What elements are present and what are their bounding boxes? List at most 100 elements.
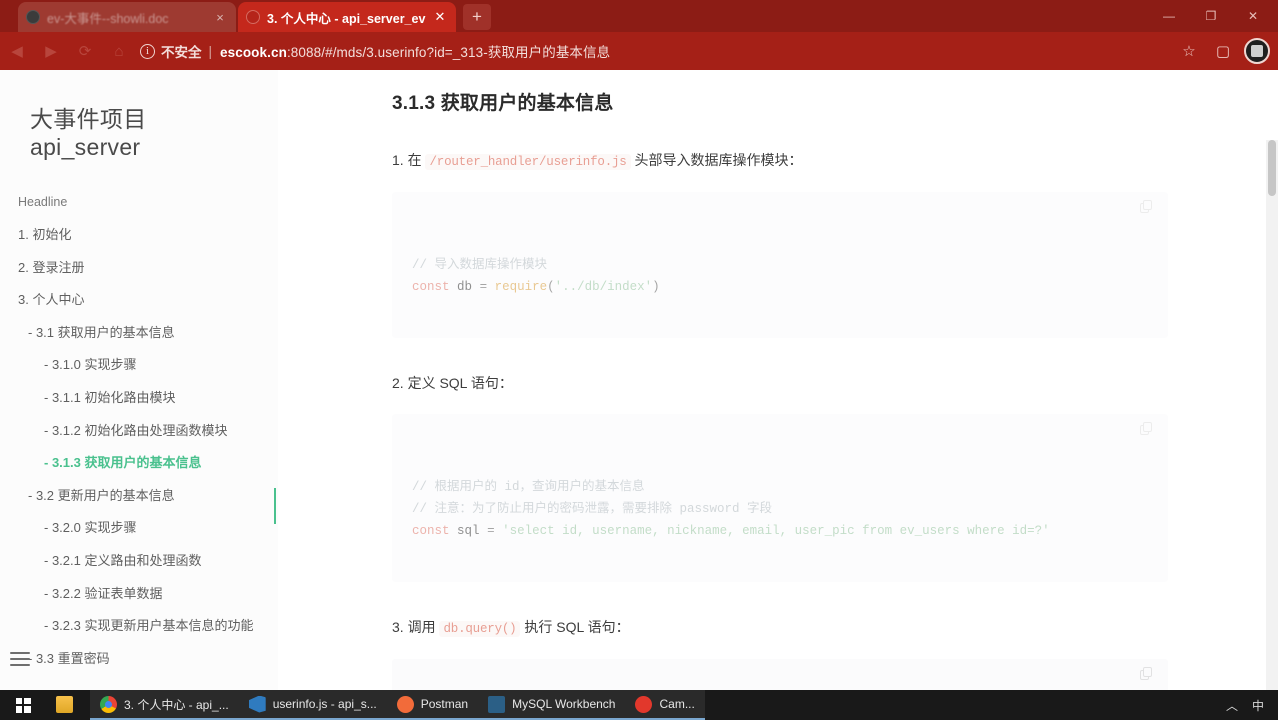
code-paren-close: ) [652, 280, 660, 294]
security-status-label: 不安全 [161, 45, 202, 60]
chrome-icon [100, 695, 117, 713]
avatar-glyph-icon [1251, 45, 1263, 57]
url-host: escook.cn [220, 45, 287, 60]
windows-logo-icon [15, 697, 31, 713]
taskbar-item-file-explorer[interactable] [46, 690, 90, 720]
code-keyword: const [412, 280, 450, 294]
code-function: require [494, 280, 548, 294]
bookmark-star-icon[interactable]: ☆ [1174, 36, 1204, 66]
folder-icon [56, 695, 73, 713]
taskbar-item-postman[interactable]: Postman [386, 690, 479, 720]
sidebar-item-3-2-1[interactable]: - 3.2.1 定义路由和处理函数 [16, 545, 262, 578]
maximize-button[interactable]: ❐ [1190, 9, 1232, 23]
reload-icon[interactable]: ⟳ [68, 34, 102, 68]
code-paren-open: ( [547, 280, 555, 294]
step-3-prefix: 3. 调用 [392, 619, 436, 636]
hamburger-line [10, 658, 30, 660]
sidebar-item-3-2-0[interactable]: - 3.2.0 实现步骤 [16, 512, 262, 545]
browser-window: ev-大事件--showli.doc × 3. 个人中心 - api_serve… [0, 0, 1278, 690]
url-path: :8088/#/mds/3.userinfo?id=_313-获取用户的基本信息 [286, 45, 611, 60]
page-viewport: 大事件项目 api_server Headline 1. 初始化 2. 登录注册… [0, 70, 1278, 690]
sidebar-item-1[interactable]: 1. 初始化 [16, 219, 262, 252]
ime-language-indicator[interactable]: 中 [1252, 697, 1264, 714]
tab-title: ev-大事件--showli.doc [47, 11, 169, 26]
step-1-text: 1. 在 /router_handler/userinfo.js 头部导入数据库… [392, 149, 1168, 172]
section-heading: 3.1.3 获取用户的基本信息 [392, 93, 614, 114]
sidebar-item-3-1-3[interactable]: - 3.1.3 获取用户的基本信息 [16, 447, 262, 480]
step-3-suffix: 执行 SQL 语句： [524, 619, 630, 636]
code-identifier: db [457, 280, 473, 294]
sidebar-item-headline[interactable]: Headline [16, 187, 262, 219]
code-comment: // 根据用户的 id，查询用户的基本信息 [412, 480, 645, 495]
code-keyword: const [412, 524, 450, 539]
hamburger-line [10, 664, 30, 666]
sidebar-nav: Headline 1. 初始化 2. 登录注册 3. 个人中心 - 3.1 获取… [16, 187, 262, 675]
browser-tab-inactive[interactable]: ev-大事件--showli.doc × [18, 2, 236, 32]
inline-code-path: /router_handler/userinfo.js [425, 154, 631, 170]
sidebar-item-3-3[interactable]: - 3.3 重置密码 [16, 643, 262, 676]
back-icon[interactable]: ◀ [0, 34, 34, 68]
close-icon[interactable]: × [212, 10, 228, 25]
sidebar-item-3-2-2[interactable]: - 3.2.2 验证表单数据 [16, 578, 262, 611]
copy-icon-front [1143, 422, 1152, 433]
system-tray: ︿ 中 [1226, 690, 1278, 720]
minimize-button[interactable]: — [1148, 9, 1190, 23]
sidebar-item-3[interactable]: 3. 个人中心 [16, 284, 262, 317]
forward-icon[interactable]: ▶ [34, 34, 68, 68]
taskbar-item-label: Cam... [659, 697, 695, 711]
avatar [1244, 38, 1270, 64]
postman-icon [396, 695, 414, 713]
sidebar-item-3-1-2[interactable]: - 3.1.2 初始化路由处理函数模块 [16, 415, 262, 448]
taskbar-item-mysql-workbench[interactable]: MySQL Workbench [478, 690, 626, 720]
step-2-text: 2. 定义 SQL 语句： [392, 375, 513, 391]
code-operator: = [479, 280, 488, 294]
sidebar-item-3-1-1[interactable]: - 3.1.1 初始化路由模块 [16, 382, 262, 415]
taskbar-item-vscode[interactable]: userinfo.js - api_s... [238, 690, 387, 720]
browser-tab-active[interactable]: 3. 个人中心 - api_server_ev ✕ [238, 2, 456, 32]
taskbar-item-chrome[interactable]: 3. 个人中心 - api_... [90, 690, 239, 720]
inline-code-dbquery: db.query() [439, 621, 521, 638]
start-button[interactable] [0, 690, 46, 720]
step-3-text: 3. 调用 db.query() 执行 SQL 语句： [392, 616, 1168, 639]
sidebar-item-3-2[interactable]: - 3.2 更新用户的基本信息 [16, 480, 262, 513]
sidebar-item-3-1[interactable]: - 3.1 获取用户的基本信息 [16, 317, 262, 350]
info-icon[interactable]: i [140, 43, 155, 59]
code-block-2: // 根据用户的 id，查询用户的基本信息 // 注意：为了防止用户的密码泄露，… [392, 414, 1168, 583]
close-window-button[interactable]: ✕ [1232, 9, 1274, 23]
hamburger-menu-icon[interactable] [10, 648, 30, 670]
tab-strip: ev-大事件--showli.doc × 3. 个人中心 - api_serve… [0, 0, 1278, 32]
sidebar-item-3-2-3[interactable]: - 3.2.3 实现更新用户基本信息的功能 [16, 610, 262, 643]
taskbar-item-label: Postman [420, 697, 469, 711]
window-controls: — ❐ ✕ [1148, 0, 1274, 32]
copy-icon[interactable] [1140, 667, 1154, 681]
collections-icon[interactable]: ▢ [1208, 36, 1238, 66]
code-sql-string: 'select id, username, nickname, email, u… [502, 524, 1050, 539]
taskbar-item-label: userinfo.js - api_s... [272, 697, 377, 711]
copy-icon-front [1143, 667, 1152, 678]
code-comment: // 导入数据库操作模块 [412, 258, 548, 272]
profile-avatar[interactable] [1242, 36, 1272, 66]
camtasia-icon [635, 695, 653, 713]
new-tab-button[interactable]: + [463, 4, 491, 30]
code-block-1: // 导入数据库操作模块 const db = require('../db/i… [392, 192, 1168, 338]
taskbar-item-camtasia[interactable]: Cam... [625, 690, 705, 720]
copy-icon[interactable] [1140, 422, 1154, 436]
mysql-icon [488, 695, 506, 713]
home-icon[interactable]: ⌂ [102, 34, 136, 68]
tab-title: 3. 个人中心 - api_server_ev [267, 11, 426, 26]
copy-icon[interactable] [1140, 200, 1154, 214]
tab-favicon-icon [26, 10, 40, 24]
scrollbar-thumb[interactable] [1268, 140, 1276, 196]
page-scrollbar[interactable] [1266, 140, 1278, 690]
sidebar-item-2[interactable]: 2. 登录注册 [16, 252, 262, 285]
address-bar[interactable]: i 不安全 | escook.cn:8088/#/mds/3.userinfo?… [140, 38, 1150, 64]
close-icon[interactable]: ✕ [432, 9, 448, 25]
windows-taskbar: 3. 个人中心 - api_... userinfo.js - api_s...… [0, 690, 1278, 720]
hamburger-line [10, 652, 30, 654]
tab-favicon-icon [246, 10, 260, 24]
taskbar-item-label: MySQL Workbench [512, 697, 616, 711]
code-string: '../db/index' [554, 280, 653, 294]
show-hidden-icons-icon[interactable]: ︿ [1226, 697, 1238, 714]
active-section-indicator [274, 488, 276, 524]
sidebar-item-3-1-0[interactable]: - 3.1.0 实现步骤 [16, 349, 262, 382]
